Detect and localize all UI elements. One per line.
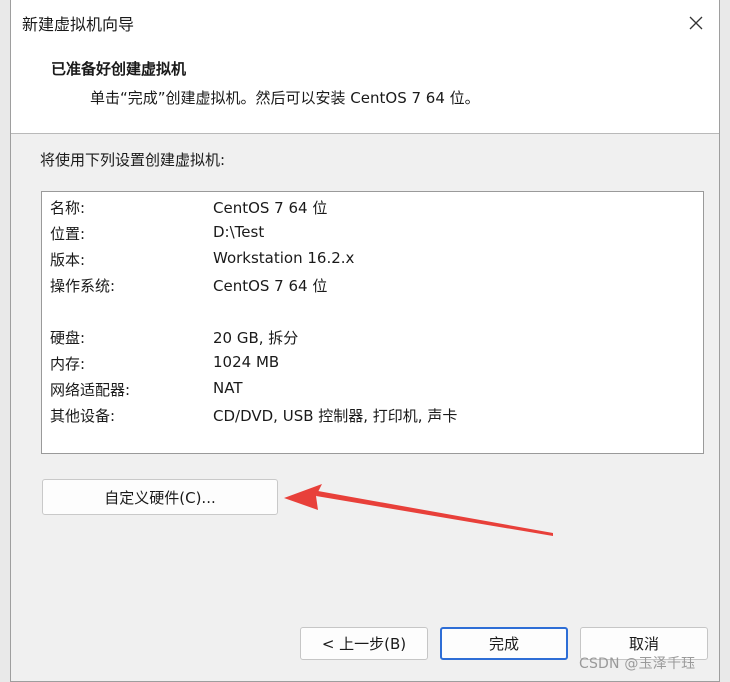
summary-key: 网络适配器: (50, 381, 131, 399)
summary-value: 20 GB, 拆分 (213, 329, 299, 347)
summary-value: Workstation 16.2.x (213, 249, 355, 267)
watermark: CSDN @玉泽千珏 (579, 656, 696, 672)
summary-row-devices: 其他设备: CD/DVD, USB 控制器, 打印机, 声卡 (42, 401, 703, 427)
summary-key: 内存: (50, 355, 86, 373)
customize-hardware-button[interactable]: 自定义硬件(C)... (42, 479, 278, 515)
summary-row-memory: 内存: 1024 MB (42, 349, 703, 375)
finish-button[interactable]: 完成 (440, 627, 568, 660)
summary-row-version: 版本: Workstation 16.2.x (42, 245, 703, 271)
summary-value: CentOS 7 64 位 (213, 199, 328, 217)
summary-row-network: 网络适配器: NAT (42, 375, 703, 401)
new-vm-wizard-dialog: 新建虚拟机向导 已准备好创建虚拟机 单击“完成”创建虚拟机。然后可以安装 Cen… (10, 0, 720, 682)
summary-key: 操作系统: (50, 277, 116, 295)
summary-value: CentOS 7 64 位 (213, 277, 328, 295)
summary-value: NAT (213, 379, 243, 397)
summary-value: 1024 MB (213, 353, 280, 371)
window-title: 新建虚拟机向导 (22, 15, 135, 34)
header-title: 已准备好创建虚拟机 (51, 60, 187, 78)
back-button[interactable]: < 上一步(B) (300, 627, 428, 660)
close-icon (689, 16, 703, 30)
summary-value: D:\Test (213, 223, 265, 241)
settings-summary-box: 名称: CentOS 7 64 位 位置: D:\Test 版本: Workst… (41, 191, 704, 454)
summary-key: 名称: (50, 199, 86, 217)
summary-row-name: 名称: CentOS 7 64 位 (42, 193, 703, 219)
summary-key: 位置: (50, 225, 86, 243)
wizard-header: 已准备好创建虚拟机 单击“完成”创建虚拟机。然后可以安装 CentOS 7 64… (11, 46, 719, 134)
title-bar: 新建虚拟机向导 (11, 0, 719, 46)
intro-text: 将使用下列设置创建虚拟机: (40, 151, 226, 169)
summary-row-location: 位置: D:\Test (42, 219, 703, 245)
summary-key: 硬盘: (50, 329, 86, 347)
summary-key: 版本: (50, 251, 86, 269)
summary-row-os: 操作系统: CentOS 7 64 位 (42, 271, 703, 297)
summary-value: CD/DVD, USB 控制器, 打印机, 声卡 (213, 407, 458, 425)
close-button[interactable] (673, 0, 719, 46)
summary-row-disk: 硬盘: 20 GB, 拆分 (42, 323, 703, 349)
summary-key: 其他设备: (50, 407, 116, 425)
header-subtitle: 单击“完成”创建虚拟机。然后可以安装 CentOS 7 64 位。 (90, 89, 480, 107)
